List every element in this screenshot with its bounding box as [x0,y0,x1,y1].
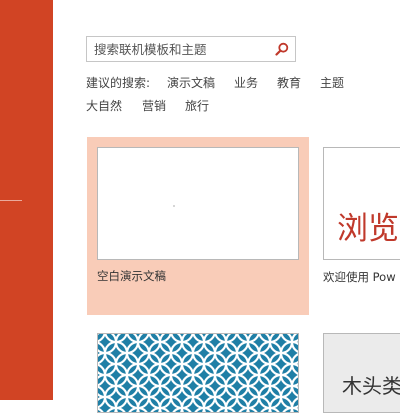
new-presentation-pane: 建议的搜索: 演示文稿 业务 教育 主题 大自然 营销 旅行 空白演示文稿 浏览… [53,0,400,413]
search-input[interactable] [87,37,265,61]
wood-thumbnail-text: 木头类 [342,374,400,398]
template-tile-blank[interactable]: 空白演示文稿 [87,137,309,315]
circle-pattern-graphic [98,334,298,412]
template-thumbnail-wood[interactable]: 木头类 [323,333,400,413]
template-thumbnail-welcome[interactable]: 浏览 [323,147,400,260]
suggested-search-business[interactable]: 业务 [234,74,258,91]
template-thumbnail-pattern[interactable] [97,333,299,413]
backstage-sidebar [0,0,53,400]
thumbnail-dot [173,205,175,207]
search-box [86,36,296,62]
suggested-search-nature[interactable]: 大自然 [86,97,122,114]
search-icon[interactable] [275,42,289,56]
suggested-search-themes[interactable]: 主题 [320,74,344,91]
template-label-blank: 空白演示文稿 [97,269,166,283]
sidebar-divider [0,200,22,201]
template-thumbnail-blank [97,147,299,260]
welcome-thumbnail-text: 浏览 [337,211,399,247]
suggested-search-presentations[interactable]: 演示文稿 [167,74,215,91]
suggested-searches-label: 建议的搜索: [86,76,151,90]
template-label-welcome: 欢迎使用 Pow [323,270,396,284]
suggested-search-marketing[interactable]: 营销 [142,97,166,114]
suggested-search-education[interactable]: 教育 [277,74,301,91]
suggested-search-travel[interactable]: 旅行 [185,97,209,114]
